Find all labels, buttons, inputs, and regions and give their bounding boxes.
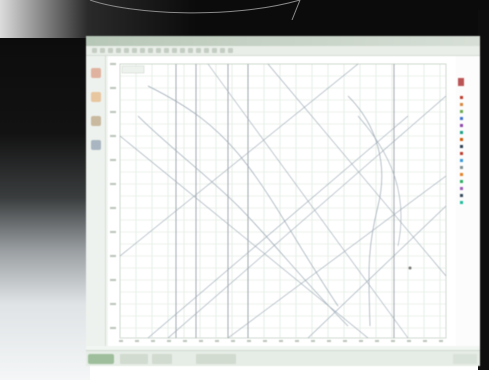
toolbar-button[interactable]	[204, 48, 209, 53]
background-left	[0, 0, 90, 380]
legend-marker-icon	[460, 187, 463, 190]
legend-marker-icon	[460, 131, 463, 134]
data-point	[408, 266, 412, 270]
chart-svg	[110, 63, 447, 342]
x-tick-mark	[151, 340, 155, 342]
legend-marker-icon	[460, 173, 463, 176]
diagonal-line	[307, 205, 447, 339]
sidebar	[86, 56, 106, 346]
toolbar-button[interactable]	[148, 48, 153, 53]
x-tick-mark	[247, 340, 251, 342]
legend	[456, 56, 480, 346]
y-tick-mark	[110, 255, 116, 257]
tool-icon[interactable]	[91, 116, 101, 126]
monitor-screen	[86, 36, 480, 366]
y-tick-mark	[110, 207, 116, 209]
y-tick-mark	[110, 303, 116, 305]
legend-marker-icon	[460, 152, 463, 155]
x-tick-mark	[391, 340, 395, 342]
taskbar-item[interactable]	[120, 354, 148, 364]
x-tick-mark	[135, 340, 139, 342]
legend-marker-icon	[460, 201, 463, 204]
curve-line	[357, 115, 402, 247]
y-tick-mark	[110, 63, 116, 65]
x-tick-mark	[423, 340, 427, 342]
toolbar-button[interactable]	[164, 48, 169, 53]
toolbar-button[interactable]	[108, 48, 113, 53]
toolbar-button[interactable]	[156, 48, 161, 53]
legend-marker-icon	[460, 124, 463, 127]
toolbar-button[interactable]	[124, 48, 129, 53]
chart-area[interactable]	[108, 56, 456, 346]
background-arc	[89, 0, 301, 20]
toolbar-button[interactable]	[92, 48, 97, 53]
x-tick-mark	[231, 340, 235, 342]
x-tick-mark	[279, 340, 283, 342]
x-tick-mark	[359, 340, 363, 342]
diagonal-line	[147, 115, 409, 339]
legend-marker-icon	[460, 96, 463, 99]
toolbar-button[interactable]	[180, 48, 185, 53]
x-tick-mark	[295, 340, 299, 342]
legend-marker-icon	[460, 194, 463, 197]
toolbar-button[interactable]	[140, 48, 145, 53]
x-tick-mark	[167, 340, 171, 342]
toolbar-button[interactable]	[116, 48, 121, 53]
y-tick-mark	[110, 183, 116, 185]
x-tick-mark	[343, 340, 347, 342]
y-tick-mark	[110, 87, 116, 89]
toolbar-button[interactable]	[228, 48, 233, 53]
start-button[interactable]	[88, 354, 114, 364]
legend-marker-icon	[460, 180, 463, 183]
y-tick-mark	[110, 135, 116, 137]
chart-header-box	[121, 65, 145, 74]
legend-marker-icon	[460, 138, 463, 141]
curve-line	[347, 95, 383, 327]
window-titlebar	[86, 36, 480, 46]
y-tick-mark	[110, 279, 116, 281]
legend-marker-icon	[460, 145, 463, 148]
legend-marker-icon	[460, 166, 463, 169]
toolbar-button[interactable]	[100, 48, 105, 53]
y-tick-mark	[110, 231, 116, 233]
x-tick-mark	[183, 340, 187, 342]
toolbar-button[interactable]	[172, 48, 177, 53]
legend-marker-icon	[460, 103, 463, 106]
flame-icon[interactable]	[91, 92, 101, 102]
legend-marker-icon	[460, 110, 463, 113]
legend-header-icon	[458, 78, 464, 86]
y-tick-mark	[110, 159, 116, 161]
legend-marker-icon	[460, 117, 463, 120]
toolbar-button[interactable]	[188, 48, 193, 53]
x-tick-mark	[439, 340, 443, 342]
diagonal-line	[207, 63, 409, 339]
diagonal-line	[167, 95, 447, 339]
toolbar-button[interactable]	[132, 48, 137, 53]
chart-icon[interactable]	[91, 140, 101, 150]
y-tick-mark	[110, 327, 116, 329]
y-tick-mark	[110, 111, 116, 113]
x-tick-mark	[375, 340, 379, 342]
curve-line	[137, 115, 349, 327]
x-tick-mark	[199, 340, 203, 342]
x-tick-mark	[407, 340, 411, 342]
taskbar-item[interactable]	[196, 354, 236, 364]
x-tick-mark	[215, 340, 219, 342]
toolbar-button[interactable]	[220, 48, 225, 53]
taskbar	[86, 350, 480, 366]
x-tick-mark	[119, 340, 123, 342]
taskbar-item[interactable]	[152, 354, 172, 364]
toolbar-button[interactable]	[196, 48, 201, 53]
warning-icon[interactable]	[91, 68, 101, 78]
x-tick-mark	[263, 340, 267, 342]
legend-marker-icon	[460, 159, 463, 162]
system-tray	[453, 354, 477, 364]
toolbar	[86, 46, 480, 56]
x-tick-mark	[327, 340, 331, 342]
x-tick-mark	[311, 340, 315, 342]
toolbar-button[interactable]	[212, 48, 217, 53]
